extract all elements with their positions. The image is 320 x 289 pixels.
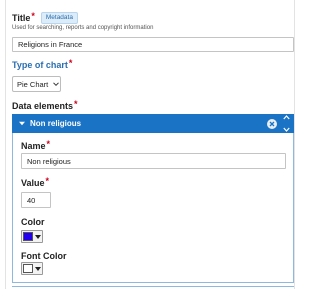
dropdown-arrow-icon <box>35 234 41 239</box>
move-up-icon[interactable] <box>283 115 290 120</box>
data-elements-label: Data elements <box>12 101 74 111</box>
chevron-down-icon <box>53 81 60 87</box>
font-color-label-row: Font Color <box>21 251 67 261</box>
chart-type-label-row: Type of chart * <box>12 58 73 70</box>
color-swatch <box>23 232 33 241</box>
required-marker: * <box>45 176 50 186</box>
chart-type-label: Type of chart <box>12 60 68 70</box>
title-input[interactable]: Religions in France <box>12 37 294 52</box>
chart-type-select[interactable]: Pie Chart <box>12 76 61 92</box>
data-elements-label-row: Data elements * <box>12 99 78 111</box>
value-input[interactable]: 40 <box>21 192 51 208</box>
name-input[interactable]: Non religious <box>21 153 286 169</box>
collapse-caret-icon[interactable] <box>18 120 26 128</box>
value-input-value: 40 <box>27 195 36 205</box>
name-input-value: Non religious <box>27 156 71 166</box>
color-label: Color <box>21 217 45 227</box>
title-label: Title <box>12 13 31 23</box>
data-element-header-title: Non religious <box>30 119 82 128</box>
font-color-label: Font Color <box>21 251 67 261</box>
chart-type-selected: Pie Chart <box>17 79 49 89</box>
name-label-row: Name * <box>21 139 51 151</box>
required-marker: * <box>46 139 51 149</box>
data-element-header[interactable]: Non religious <box>12 114 294 133</box>
remove-icon[interactable] <box>267 119 277 129</box>
title-label-row: Title * Metadata <box>12 11 78 24</box>
font-color-picker[interactable] <box>21 262 43 275</box>
required-marker: * <box>74 99 78 109</box>
reorder-controls <box>282 115 291 132</box>
font-color-swatch <box>23 264 33 273</box>
move-down-icon[interactable] <box>283 127 290 132</box>
required-marker: * <box>68 58 73 68</box>
value-label: Value <box>21 178 45 188</box>
metadata-badge: Metadata <box>40 12 78 24</box>
color-picker[interactable] <box>21 230 43 243</box>
name-label: Name <box>21 141 46 151</box>
color-label-row: Color <box>21 217 45 227</box>
title-hint: Used for searching, reports and copyrigh… <box>12 25 154 31</box>
title-input-value: Religions in France <box>18 40 83 49</box>
dropdown-arrow-icon <box>35 266 41 271</box>
value-label-row: Value * <box>21 176 50 188</box>
required-marker: * <box>31 11 35 21</box>
panel-bottom-divider <box>12 286 294 287</box>
